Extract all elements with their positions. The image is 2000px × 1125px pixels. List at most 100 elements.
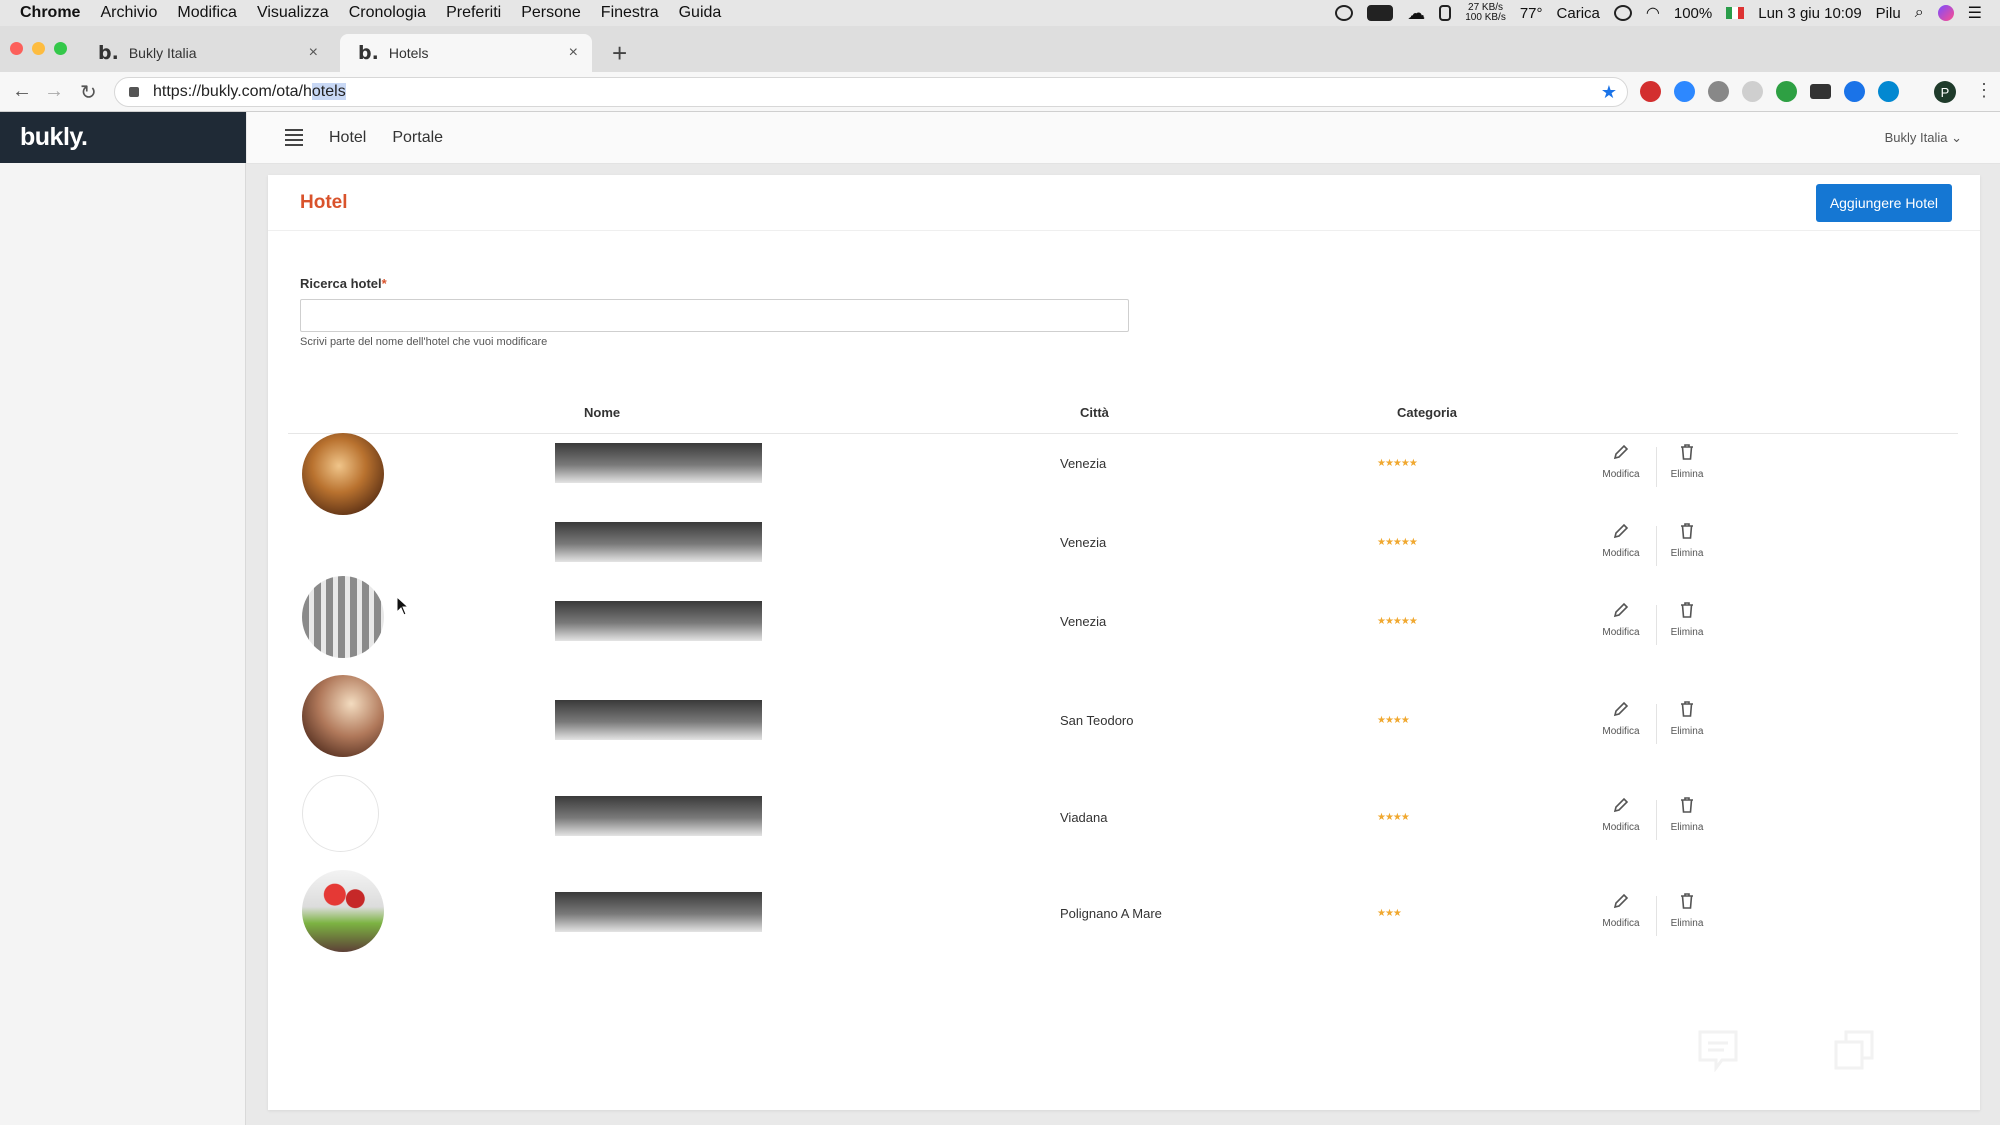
menu-app[interactable]: Chrome <box>10 4 90 22</box>
people-extension-icon[interactable] <box>1844 81 1865 102</box>
hotel-city: San Teodoro <box>1060 713 1134 728</box>
edit-button[interactable]: Modifica <box>1596 796 1646 833</box>
hotel-name-redacted[interactable] <box>555 892 762 932</box>
hotel-name-redacted[interactable] <box>555 443 762 483</box>
clock-icon[interactable] <box>1613 5 1632 21</box>
battery-percent[interactable]: 100% <box>1674 5 1712 22</box>
pencil-icon <box>1596 796 1646 816</box>
chrome-menu-icon[interactable]: ⋮ <box>1975 80 1993 101</box>
tab-hotels[interactable]: b. Hotels × <box>340 34 592 72</box>
edit-label: Modifica <box>1602 918 1640 929</box>
menu-preferiti[interactable]: Preferiti <box>436 4 511 22</box>
address-bar[interactable]: https://bukly.com/ota/hotels ★ <box>114 77 1628 107</box>
siri-icon[interactable] <box>1937 5 1954 21</box>
header-name[interactable]: Nome <box>584 405 620 420</box>
menu-finestra[interactable]: Finestra <box>591 4 669 22</box>
url-text[interactable]: https://bukly.com/ota/hotels <box>153 83 346 101</box>
hotel-stars: ★★★★★ <box>1377 537 1418 548</box>
hotel-card: Hotel Aggiungere Hotel Ricerca hotel* Sc… <box>268 175 1980 1110</box>
bukly-logo[interactable]: bukly. <box>0 112 246 163</box>
delete-button[interactable]: Elimina <box>1662 892 1712 929</box>
menu-visualizza[interactable]: Visualizza <box>247 4 339 22</box>
table-row: Venezia ★★★★★ Modifica Elimina <box>268 522 1980 582</box>
lock-icon[interactable] <box>129 87 139 97</box>
hotel-name-redacted[interactable] <box>555 796 762 836</box>
wifi-icon[interactable]: ◠ <box>1646 3 1660 23</box>
screen-extension-icon[interactable] <box>1810 84 1831 99</box>
pencil-icon <box>1596 443 1646 463</box>
nav-portale[interactable]: Portale <box>392 129 443 147</box>
hotel-name-redacted[interactable] <box>555 522 762 562</box>
battery-app-icon[interactable] <box>1439 5 1452 21</box>
hotel-name-redacted[interactable] <box>555 601 762 641</box>
reload-icon[interactable]: ↻ <box>80 80 97 105</box>
table-row: Viadana ★★★★ Modifica Elimina <box>268 775 1980 856</box>
chat-icon[interactable] <box>1696 1028 1740 1073</box>
add-hotel-button[interactable]: Aggiungere Hotel <box>1815 183 1952 222</box>
menu-archivio[interactable]: Archivio <box>90 4 167 22</box>
minimize-window-button[interactable] <box>32 42 45 55</box>
menu-modifica[interactable]: Modifica <box>167 4 247 22</box>
edit-button[interactable]: Modifica <box>1596 892 1646 929</box>
forward-arrow-icon[interactable]: → <box>44 80 64 103</box>
delete-button[interactable]: Elimina <box>1662 700 1712 737</box>
new-tab-button[interactable]: + <box>612 38 627 69</box>
hotel-search-input[interactable] <box>300 299 1129 332</box>
edit-button[interactable]: Modifica <box>1596 443 1646 480</box>
cloud-extension-icon[interactable] <box>1708 81 1729 102</box>
nav-hotel[interactable]: Hotel <box>329 129 366 147</box>
header-city[interactable]: Città <box>1080 405 1109 420</box>
window-controls <box>10 42 67 55</box>
menu-persone[interactable]: Persone <box>511 4 591 22</box>
delete-label: Elimina <box>1670 726 1704 737</box>
vpn-icon[interactable] <box>1335 5 1354 21</box>
temperature: 77° <box>1519 4 1543 22</box>
tab-bukly-italia[interactable]: b. Bukly Italia × <box>80 34 332 72</box>
hotel-photo-placeholder <box>302 775 379 852</box>
bookmark-star-icon[interactable]: ★ <box>1601 82 1617 103</box>
power-status[interactable]: Carica <box>1557 5 1600 22</box>
delete-button[interactable]: Elimina <box>1662 796 1712 833</box>
close-tab-icon[interactable]: × <box>309 44 318 62</box>
hamburger-icon[interactable] <box>285 129 303 146</box>
delete-button[interactable]: Elimina <box>1662 443 1712 480</box>
shield-extension-icon[interactable] <box>1742 81 1763 102</box>
sync-extension-icon[interactable] <box>1878 81 1899 102</box>
menu-guida[interactable]: Guida <box>669 4 732 22</box>
notification-center-icon[interactable]: ☰ <box>1968 3 1982 23</box>
hotel-name-redacted[interactable] <box>555 700 762 740</box>
hotel-stars: ★★★★★ <box>1377 616 1418 627</box>
header-category[interactable]: Categoria <box>1397 405 1457 420</box>
edit-button[interactable]: Modifica <box>1596 522 1646 559</box>
delete-button[interactable]: Elimina <box>1662 601 1712 638</box>
account-dropdown[interactable]: Bukly Italia ⌄ <box>1885 130 1962 146</box>
edit-button[interactable]: Modifica <box>1596 700 1646 737</box>
pencil-icon <box>1596 700 1646 720</box>
messenger-extension-icon[interactable] <box>1674 81 1695 102</box>
close-window-button[interactable] <box>10 42 23 55</box>
spotlight-icon[interactable]: ⌕ <box>1915 4 1924 22</box>
adblock-extension-icon[interactable] <box>1640 81 1661 102</box>
flag-icon[interactable] <box>1726 7 1745 19</box>
url-base: https://bukly.com/ota/h <box>153 83 312 100</box>
app-sidebar: bukly. <box>0 112 246 1125</box>
delete-label: Elimina <box>1670 548 1704 559</box>
hotel-city: Viadana <box>1060 810 1108 825</box>
user-name[interactable]: Pilu <box>1876 5 1901 22</box>
zoom-window-button[interactable] <box>54 42 67 55</box>
back-arrow-icon[interactable]: ← <box>12 80 32 103</box>
profile-avatar[interactable]: P <box>1934 81 1956 103</box>
delete-button[interactable]: Elimina <box>1662 522 1712 559</box>
close-tab-icon[interactable]: × <box>569 44 578 62</box>
delete-label: Elimina <box>1670 469 1704 480</box>
menu-cronologia[interactable]: Cronologia <box>339 4 436 22</box>
action-divider <box>1656 605 1657 645</box>
trash-icon <box>1662 601 1712 621</box>
window-icon[interactable] <box>1832 1028 1876 1072</box>
check-extension-icon[interactable] <box>1776 81 1797 102</box>
datetime[interactable]: Lun 3 giu 10:09 <box>1758 5 1861 22</box>
hotel-city: Polignano A Mare <box>1060 906 1162 921</box>
edit-button[interactable]: Modifica <box>1596 601 1646 638</box>
cloud-icon[interactable]: ☁ <box>1407 3 1425 24</box>
monitor-icon[interactable] <box>1367 5 1394 21</box>
